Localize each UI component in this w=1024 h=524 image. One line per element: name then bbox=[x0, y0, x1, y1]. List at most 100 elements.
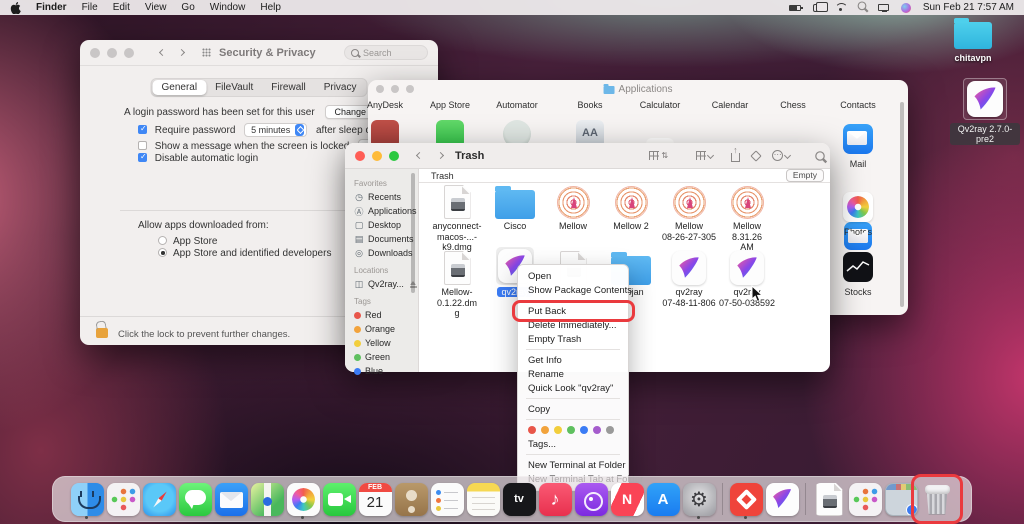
file-item-mellow[interactable]: Mellow bbox=[544, 181, 602, 232]
dock-tv[interactable]: tv bbox=[502, 479, 536, 519]
tag-color-dot[interactable] bbox=[606, 426, 614, 434]
sidebar-tag-green[interactable]: Green bbox=[354, 350, 418, 364]
sidebar-item-recents[interactable]: ◷Recents bbox=[354, 190, 418, 204]
scrollbar[interactable] bbox=[900, 102, 904, 307]
app-label-books[interactable]: Books bbox=[554, 100, 626, 110]
app-label-chess[interactable]: Chess bbox=[757, 100, 829, 110]
dock-podcasts[interactable] bbox=[574, 479, 608, 519]
tag-color-dot[interactable] bbox=[554, 426, 562, 434]
menu-item-get-info[interactable]: Get Info bbox=[518, 353, 628, 367]
menu-view[interactable]: View bbox=[145, 2, 167, 13]
tab-firewall[interactable]: Firewall bbox=[262, 80, 314, 95]
dock-utility[interactable] bbox=[250, 479, 284, 519]
dock-mail[interactable] bbox=[214, 479, 248, 519]
app-item-stocks[interactable]: Stocks bbox=[822, 252, 894, 297]
tag-icon[interactable] bbox=[752, 152, 760, 160]
dock-music[interactable]: ♪ bbox=[538, 479, 572, 519]
menu-item-put-back[interactable]: Put Back bbox=[518, 304, 628, 318]
file-item-cisco[interactable]: Cisco bbox=[486, 181, 544, 232]
window-controls[interactable] bbox=[376, 85, 414, 93]
dock-finder[interactable] bbox=[70, 479, 104, 519]
desktop-icon-qv2ray[interactable]: Qv2ray 2.7.0-pre2 bbox=[950, 78, 1020, 147]
menu-window[interactable]: Window bbox=[210, 2, 246, 13]
tag-color-dot[interactable] bbox=[528, 426, 536, 434]
menu-help[interactable]: Help bbox=[260, 2, 281, 13]
dock-sysprefs[interactable]: ⚙ bbox=[682, 479, 716, 519]
app-label-contacts[interactable]: Contacts bbox=[822, 100, 894, 110]
dock-trash[interactable] bbox=[920, 479, 954, 519]
dock-safari[interactable] bbox=[142, 479, 176, 519]
desktop-icon-chitavpn[interactable]: chitavpn bbox=[938, 22, 1008, 63]
menu-item-empty-trash[interactable]: Empty Trash bbox=[518, 332, 628, 346]
menu-item-show-package-contents[interactable]: Show Package Contents bbox=[518, 283, 628, 297]
app-label-calendar[interactable]: Calendar bbox=[694, 100, 766, 110]
menu-item-delete-immediately-[interactable]: Delete Immediately... bbox=[518, 318, 628, 332]
menu-finder[interactable]: Finder bbox=[36, 2, 67, 13]
display-icon[interactable] bbox=[878, 4, 889, 11]
menubar-clock[interactable]: Sun Feb 21 7:57 AM bbox=[923, 2, 1014, 13]
battery-icon[interactable] bbox=[789, 5, 801, 11]
dock-reminders[interactable] bbox=[430, 479, 464, 519]
menu-edit[interactable]: Edit bbox=[113, 2, 130, 13]
interval-select[interactable]: 5 minutes bbox=[244, 123, 307, 137]
sidebar-tag-red[interactable]: Red bbox=[354, 308, 418, 322]
view-options-icon[interactable] bbox=[696, 151, 713, 160]
dock-contacts[interactable] bbox=[394, 479, 428, 519]
sidebar-item-applications[interactable]: ⒶApplications bbox=[354, 204, 418, 218]
menu-item-tags-[interactable]: Tags... bbox=[518, 437, 628, 451]
forward-icon[interactable] bbox=[178, 49, 185, 56]
window-controls[interactable] bbox=[355, 151, 399, 161]
dock-facetime[interactable] bbox=[322, 479, 356, 519]
tag-color-dot[interactable] bbox=[541, 426, 549, 434]
show-message-checkbox[interactable] bbox=[138, 141, 147, 150]
tab-privacy[interactable]: Privacy bbox=[315, 80, 366, 95]
forward-icon[interactable] bbox=[437, 152, 444, 159]
sidebar-item-desktop[interactable]: ▢Desktop bbox=[354, 218, 418, 232]
file-item-qv2ray[interactable]: qv2ray 07-48-11-806 bbox=[660, 247, 718, 308]
group-by-icon[interactable]: ⇅ bbox=[649, 151, 668, 160]
tag-color-dot[interactable] bbox=[593, 426, 601, 434]
display-mirroring-icon[interactable] bbox=[813, 4, 823, 12]
search-field[interactable]: Search bbox=[344, 45, 428, 60]
sidebar-item-documents[interactable]: ▤Documents bbox=[354, 232, 418, 246]
search-icon[interactable] bbox=[816, 152, 824, 160]
file-item-anyconnect-[interactable]: anyconnect- macos-...-k9.dmg bbox=[428, 181, 486, 253]
require-password-checkbox[interactable] bbox=[138, 125, 147, 134]
apple-menu-icon[interactable] bbox=[10, 2, 21, 14]
dock-news[interactable]: N bbox=[610, 479, 644, 519]
menu-item-open[interactable]: Open bbox=[518, 269, 628, 283]
dock-anydesk[interactable] bbox=[729, 479, 763, 519]
lock-icon[interactable] bbox=[96, 328, 108, 338]
file-item-mellow[interactable]: Mellow 08-26-27-305 bbox=[660, 181, 718, 242]
file-item-mellow-8-31-26[interactable]: Mellow 8.31.26 AM bbox=[718, 181, 776, 253]
tab-general[interactable]: General bbox=[153, 80, 207, 95]
empty-trash-button[interactable]: Empty bbox=[786, 169, 824, 182]
sidebar-tag-yellow[interactable]: Yellow bbox=[354, 336, 418, 350]
dock-photos[interactable] bbox=[286, 479, 320, 519]
prefs-grid-icon[interactable] bbox=[202, 48, 211, 57]
sidebar-item-downloads[interactable]: ◎Downloads bbox=[354, 246, 418, 260]
spotlight-icon[interactable] bbox=[857, 1, 866, 13]
menu-go[interactable]: Go bbox=[181, 2, 194, 13]
dock-notes[interactable] bbox=[466, 479, 500, 519]
dock-desktop-stack[interactable] bbox=[884, 479, 918, 519]
window-controls[interactable] bbox=[90, 48, 134, 58]
app-item-mail[interactable]: Mail bbox=[822, 124, 894, 169]
back-icon[interactable] bbox=[159, 49, 166, 56]
wifi-icon[interactable] bbox=[835, 3, 846, 12]
menu-item-rename[interactable]: Rename bbox=[518, 367, 628, 381]
tag-color-dot[interactable] bbox=[567, 426, 575, 434]
app-label-app-store[interactable]: App Store bbox=[414, 100, 486, 110]
dock-apps-stack[interactable] bbox=[848, 479, 882, 519]
tag-color-dot[interactable] bbox=[580, 426, 588, 434]
share-icon[interactable] bbox=[731, 150, 740, 162]
sidebar-item-location[interactable]: ◫Qv2ray... bbox=[354, 277, 418, 291]
siri-icon[interactable] bbox=[901, 3, 911, 13]
dock-calendar[interactable]: FEB21 bbox=[358, 479, 392, 519]
file-item-mellow-2[interactable]: Mellow 2 bbox=[602, 181, 660, 232]
file-item-mellow-0-1-22-dm[interactable]: Mellow-0.1.22.dm g bbox=[428, 247, 486, 319]
dock-qv2ray[interactable] bbox=[765, 479, 799, 519]
tab-filevault[interactable]: FileVault bbox=[206, 80, 262, 95]
dock-appstore[interactable]: A bbox=[646, 479, 680, 519]
more-actions-icon[interactable]: ⋯ bbox=[772, 150, 790, 161]
